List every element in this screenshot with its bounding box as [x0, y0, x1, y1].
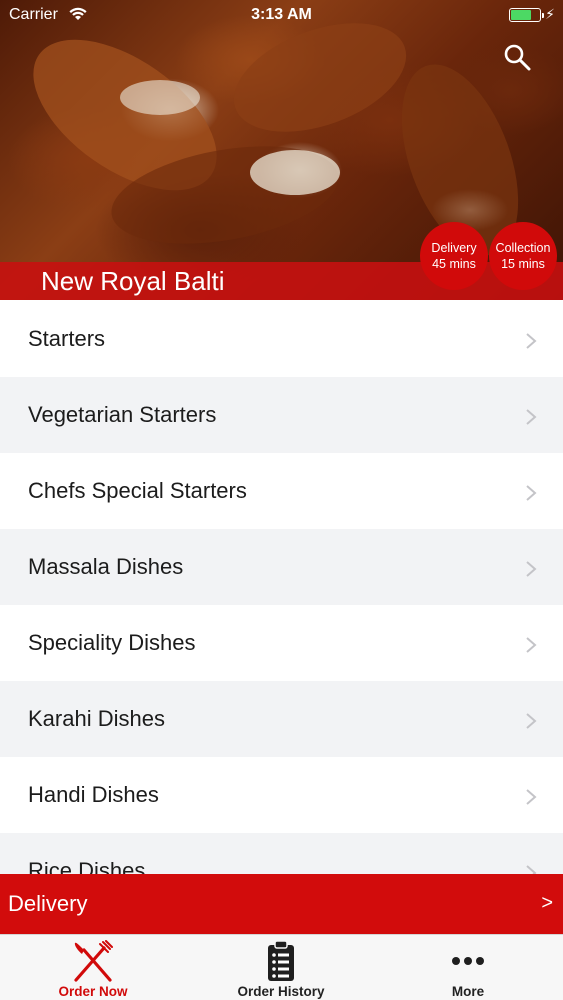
more-dots-icon: [452, 957, 484, 965]
chevron-right-icon: [526, 789, 537, 805]
menu-item-label: Karahi Dishes: [28, 706, 165, 731]
menu-item-label: Massala Dishes: [28, 554, 184, 579]
chevron-right-icon: [526, 713, 537, 729]
delivery-badge-label: Delivery: [431, 241, 477, 255]
status-time: 3:13 AM: [251, 6, 312, 23]
delivery-time-badge[interactable]: Delivery 45 mins: [420, 222, 488, 290]
menu-item-label: Rice Dishes: [28, 858, 146, 874]
menu-item-vegetarian-starters[interactable]: Vegetarian Starters: [0, 377, 563, 453]
delivery-mode-bar[interactable]: Delivery >: [0, 874, 563, 934]
chevron-right-icon: [526, 637, 537, 653]
tab-label: More: [451, 984, 485, 999]
menu-item-rice-dishes[interactable]: Rice Dishes: [0, 833, 563, 874]
clipboard-list-icon: [268, 940, 294, 981]
menu-item-handi-dishes[interactable]: Handi Dishes: [0, 757, 563, 833]
battery-icon: [509, 8, 544, 22]
menu-item-chefs-special-starters[interactable]: Chefs Special Starters: [0, 453, 563, 529]
chevron-right-icon: [526, 865, 537, 874]
fork-knife-icon: [74, 940, 113, 982]
food-photo-shape: [120, 80, 200, 115]
menu-item-speciality-dishes[interactable]: Speciality Dishes: [0, 605, 563, 681]
tab-label: Order Now: [58, 984, 128, 999]
tab-more[interactable]: More: [428, 935, 508, 1000]
menu-item-starters[interactable]: Starters: [0, 301, 563, 377]
menu-item-label: Starters: [28, 326, 106, 351]
tab-order-now[interactable]: Order Now: [38, 935, 148, 1000]
chevron-right-icon: [526, 333, 537, 349]
chevron-right-icon: [526, 485, 537, 501]
menu-item-karahi-dishes[interactable]: Karahi Dishes: [0, 681, 563, 757]
charging-icon: ⚡: [545, 6, 555, 22]
tab-bar: Order Now Order History More: [0, 934, 563, 1000]
chevron-right-icon: >: [541, 892, 553, 914]
collection-badge-time: 15 mins: [501, 257, 545, 271]
delivery-badge-time: 45 mins: [432, 257, 476, 271]
chevron-right-icon: [526, 561, 537, 577]
food-photo-shape: [250, 150, 340, 195]
tab-order-history[interactable]: Order History: [221, 935, 341, 1000]
restaurant-name: New Royal Balti: [41, 266, 225, 296]
menu-item-label: Chefs Special Starters: [28, 478, 247, 503]
chevron-right-icon: [526, 409, 537, 425]
menu-item-label: Vegetarian Starters: [28, 402, 217, 427]
menu-category-list[interactable]: Starters Vegetarian Starters Chefs Speci…: [0, 301, 563, 874]
status-bar: Carrier 3:13 AM ⚡: [0, 0, 563, 30]
collection-time-badge[interactable]: Collection 15 mins: [489, 222, 557, 290]
menu-item-label: Handi Dishes: [28, 782, 159, 807]
menu-item-massala-dishes[interactable]: Massala Dishes: [0, 529, 563, 605]
menu-item-label: Speciality Dishes: [28, 630, 196, 655]
delivery-mode-label: Delivery: [8, 891, 88, 916]
hero-banner: Carrier 3:13 AM ⚡ New Royal Balti Delive…: [0, 0, 563, 300]
tab-label: Order History: [237, 984, 325, 999]
collection-badge-label: Collection: [495, 241, 551, 255]
search-icon[interactable]: [502, 42, 532, 72]
